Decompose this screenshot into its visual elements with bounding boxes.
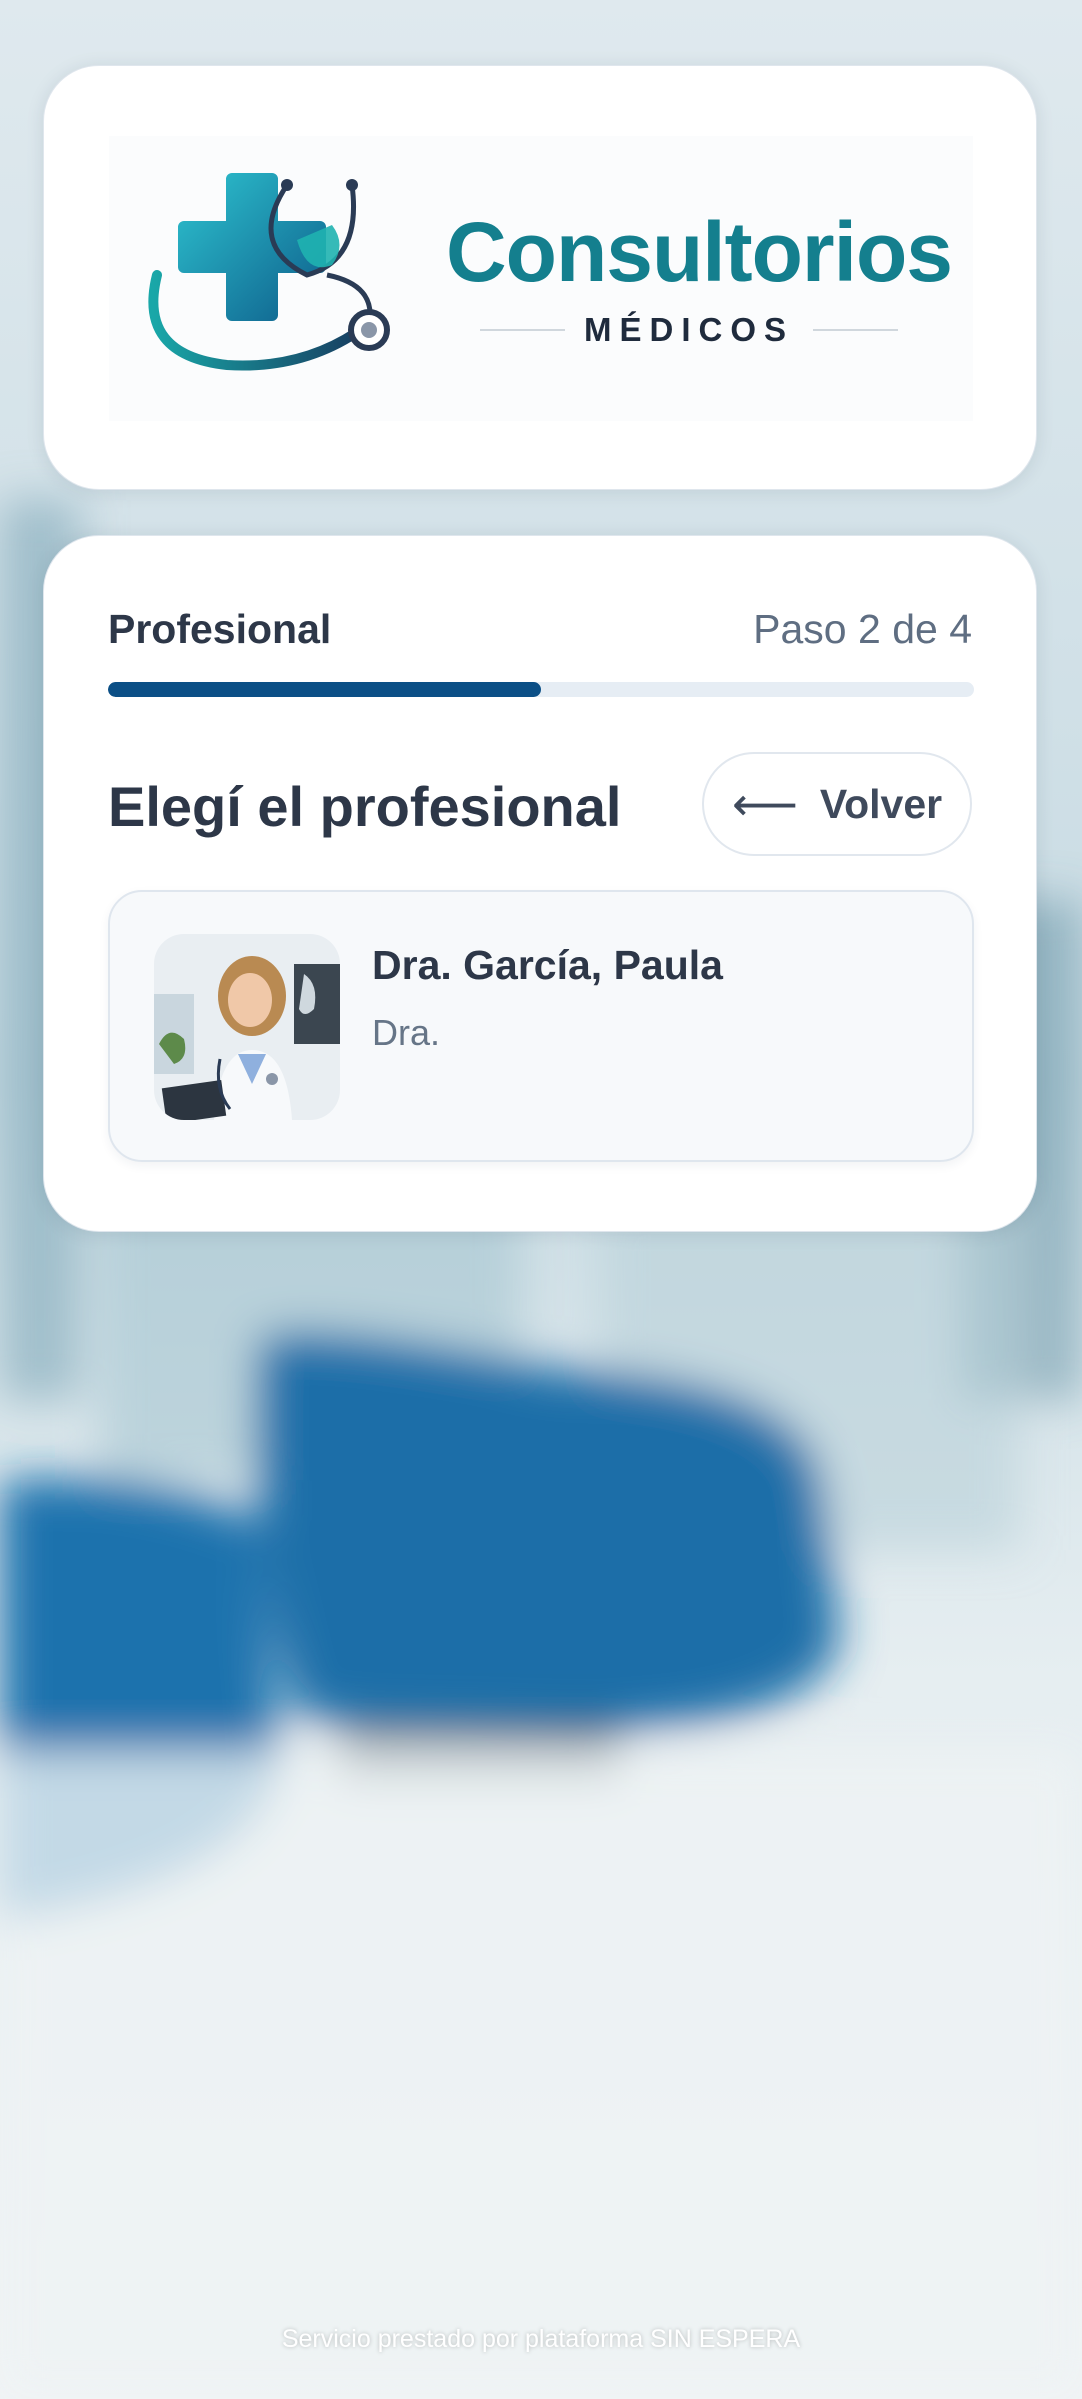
footer-credit: Servicio prestado por plataforma SIN ESP… [281, 2325, 801, 2353]
step-counter: Paso 2 de 4 [753, 606, 972, 652]
doctor-avatar [154, 934, 340, 1120]
professional-selection-card: Profesional Paso 2 de 4 Elegí el profesi… [43, 535, 1037, 1232]
professional-name: Dra. García, Paula [372, 942, 723, 988]
back-button-label: Volver [819, 780, 943, 827]
medical-cross-stethoscope-logo [148, 173, 390, 371]
progress-fill [108, 682, 541, 697]
progress-bar [108, 682, 974, 697]
divider-line [480, 329, 565, 331]
brand-subtitle: MÉDICOS [480, 312, 898, 348]
professional-title: Dra. [372, 1012, 441, 1053]
brand-title: Consultorios [446, 205, 953, 299]
page-title: Elegí el profesional [108, 775, 622, 838]
back-button[interactable]: ⟵ Volver [702, 752, 972, 856]
step-label: Profesional [108, 606, 332, 652]
divider-line [813, 329, 898, 331]
professional-list-item[interactable]: Dra. García, Paula Dra. [108, 890, 974, 1162]
brand-subtitle-text: MÉDICOS [583, 311, 794, 348]
arrow-left-icon: ⟵ [731, 778, 798, 830]
